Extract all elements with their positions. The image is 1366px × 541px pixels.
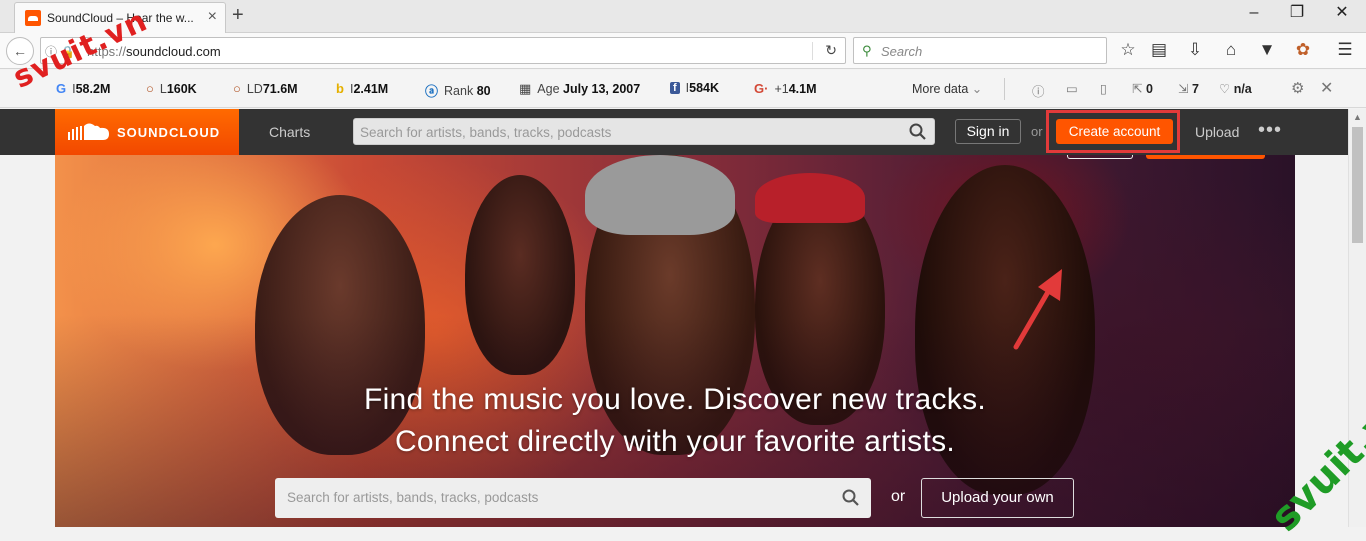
hero-ghost-button [1067,155,1133,159]
hero-banner: Find the music you love. Discover new tr… [55,155,1295,527]
domain-circle-icon: ○ [233,81,241,96]
charts-link[interactable]: Charts [269,124,310,140]
seo-rank[interactable]: ⓐ Rank 80 [425,81,491,100]
soundcloud-header: SOUNDCLOUD Charts Search for artists, ba… [0,109,1348,155]
browser-tab-bar: SoundCloud – Hear the w... × + – ❐ ✕ [0,0,1366,33]
address-bar[interactable]: ⓘ 🔒 https://soundcloud.com ↻ [40,37,846,64]
search-icon[interactable] [841,488,861,508]
create-account-button[interactable]: Create account [1056,119,1173,144]
seo-pagerank[interactable]: ♡ n/a [1219,81,1252,96]
more-options-icon[interactable]: ••• [1258,119,1282,142]
home-icon[interactable]: ⌂ [1220,40,1242,60]
hero-search-input[interactable]: Search for artists, bands, tracks, podca… [275,478,871,518]
browser-search-box[interactable]: ⚲ Search [853,37,1107,64]
seo-google-index[interactable]: G I 58.2M [56,81,110,96]
or-text: or [1031,124,1043,139]
more-data-dropdown[interactable]: More data ⌄ [912,81,982,96]
settings-gear-icon[interactable]: ⚙ [1291,79,1304,97]
new-tab-button[interactable]: + [232,5,244,25]
page-info-icon[interactable]: ▯ [1100,81,1107,96]
seo-facebook[interactable]: f I 584K [670,81,719,95]
hero-or-text: or [891,488,906,505]
sign-in-button[interactable]: Sign in [955,119,1021,144]
google-icon: G [56,81,67,96]
scroll-thumb[interactable] [1352,127,1363,243]
pagerank-heart-icon: ♡ [1219,82,1231,96]
close-window-button[interactable]: ✕ [1322,3,1362,23]
seo-toolbar: G I 58.2M ○ L 160K ○ LD 71.6M b I 2.41M ⓐ Rank 8… [0,70,1366,108]
page-diagnostics-icon[interactable]: ▭ [1066,81,1078,96]
link-circle-icon: ○ [146,81,154,96]
alexa-icon: ⓐ [425,84,439,99]
hero-search-placeholder: Search for artists, bands, tracks, podca… [287,490,539,505]
tab-close-icon[interactable]: × [208,9,217,25]
restore-button[interactable]: ❐ [1277,3,1317,23]
menu-icon[interactable]: ☰ [1334,40,1356,60]
upload-link[interactable]: Upload [1195,124,1239,140]
hero-tagline: Find the music you love. Discover new tr… [55,379,1295,463]
seo-linking-domains[interactable]: ○ LD 71.6M [233,81,298,96]
seo-external-links[interactable]: ⇱ 0 [1132,81,1153,96]
soundcloud-logo[interactable]: SOUNDCLOUD [55,109,239,155]
seo-bing-index[interactable]: b I 2.41M [336,81,388,96]
google-plus-icon: G· [754,81,769,96]
upload-your-own-button[interactable]: Upload your own [921,478,1074,518]
internal-link-icon: ⇲ [1178,82,1189,96]
bookmark-star-icon[interactable]: ☆ [1117,40,1139,60]
calendar-icon: ▦ [519,81,532,96]
hero-ghost-button-orange [1146,155,1265,159]
bing-icon: b [336,81,344,96]
reading-list-icon[interactable]: ▤ [1148,40,1170,60]
search-placeholder: Search for artists, bands, tracks, podca… [360,125,612,140]
pocket-icon[interactable]: ▼ [1256,40,1278,60]
facebook-icon: f [670,82,680,94]
seo-age[interactable]: ▦ Age July 13, 2007 [519,81,640,97]
seo-separator [1004,78,1005,100]
minimize-button[interactable]: – [1234,3,1274,23]
extension-icon[interactable]: ✿ [1292,40,1314,60]
external-link-icon: ⇱ [1132,82,1143,96]
soundcloud-logo-text: SOUNDCLOUD [117,124,221,140]
seo-internal-links[interactable]: ⇲ 7 [1178,81,1199,96]
search-engine-icon[interactable]: ⚲ [862,43,872,59]
reload-icon[interactable]: ↻ [825,42,837,59]
search-icon[interactable] [908,122,928,142]
scroll-up-icon[interactable]: ▲ [1353,112,1362,122]
download-icon[interactable]: ⇩ [1184,40,1206,60]
close-toolbar-icon[interactable]: ✕ [1320,78,1333,98]
soundcloud-favicon-icon [25,10,41,26]
soundcloud-cloud-icon [68,123,109,140]
browser-nav-bar: ← ⓘ 🔒 https://soundcloud.com ↻ ⚲ Search … [0,33,1366,69]
page-viewport: SOUNDCLOUD Charts Search for artists, ba… [0,109,1348,527]
beanie-hat [585,155,735,235]
url-separator [812,42,813,60]
tagline-line-1: Find the music you love. Discover new tr… [363,383,987,416]
seo-links[interactable]: ○ L 160K [146,81,197,96]
annotation-arrow-icon [1013,269,1062,350]
tagline-line-2: Connect directly with your favorite arti… [394,425,956,458]
info-icon[interactable]: ⓘ [1032,81,1045,100]
chevron-down-icon: ⌄ [971,82,983,96]
seo-gplus[interactable]: G· +1 4.1M [754,81,817,96]
soundcloud-search-input[interactable]: Search for artists, bands, tracks, podca… [353,118,935,145]
browser-search-placeholder: Search [881,44,923,59]
red-cap [755,173,865,223]
